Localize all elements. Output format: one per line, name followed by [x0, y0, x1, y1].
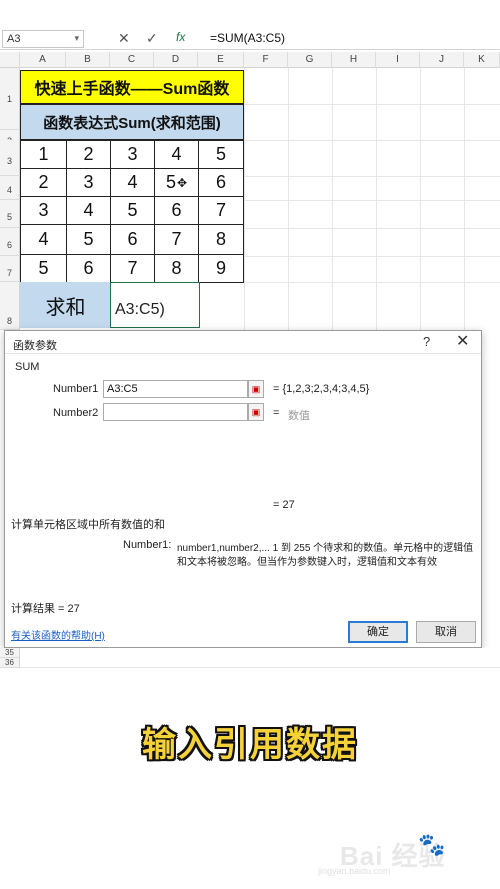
- function-icon[interactable]: fx: [176, 30, 185, 44]
- data-cell[interactable]: 3: [20, 196, 67, 225]
- sheet-title-cell[interactable]: 快速上手函数——Sum函数: [20, 70, 244, 104]
- data-cell[interactable]: 8: [154, 254, 199, 283]
- name-box-value: A3: [7, 33, 21, 45]
- formula-bar: A3 ▾ ✕ ✓ fx =SUM(A3:C5): [0, 28, 500, 50]
- data-cell[interactable]: 2: [66, 140, 111, 169]
- function-name: SUM: [15, 361, 40, 373]
- help-icon[interactable]: ?: [423, 334, 430, 349]
- column-header-c[interactable]: C: [110, 52, 154, 68]
- data-cell[interactable]: 6: [154, 196, 199, 225]
- param-description-line1: number1,number2,... 1 到 255 个待求和的数值。单元格中…: [177, 543, 474, 554]
- data-cell[interactable]: 9: [198, 254, 244, 283]
- number2-result-eq: =: [273, 407, 280, 419]
- data-cell[interactable]: 8: [198, 224, 244, 255]
- move-cursor-icon: ✥: [176, 175, 188, 190]
- data-cell[interactable]: 5: [198, 140, 244, 169]
- row-header-35[interactable]: 35: [0, 648, 20, 658]
- number2-input[interactable]: [103, 403, 248, 421]
- row-header-1[interactable]: 1: [0, 68, 20, 130]
- number2-label: Number2: [53, 407, 99, 419]
- row-header-6[interactable]: 6: [0, 228, 20, 256]
- param-name: Number1:: [123, 539, 172, 551]
- select-all-corner[interactable]: [0, 52, 20, 68]
- row-header-4[interactable]: 4: [0, 176, 20, 200]
- close-icon[interactable]: ✕: [456, 331, 469, 351]
- sheet-grid-bottom[interactable]: [20, 648, 500, 668]
- paw-logo-icon: 🐾: [418, 832, 446, 857]
- data-cell[interactable]: 2: [20, 168, 67, 197]
- cancel-button[interactable]: 取消: [416, 621, 476, 643]
- data-cell[interactable]: 4: [20, 224, 67, 255]
- data-cell[interactable]: 1: [20, 140, 67, 169]
- data-cell[interactable]: 4: [154, 140, 199, 169]
- data-cell[interactable]: 3: [66, 168, 111, 197]
- function-description: 计算单元格区域中所有数值的和: [11, 519, 165, 531]
- help-link[interactable]: 有关该函数的帮助(H): [11, 627, 105, 642]
- data-cell[interactable]: 4: [66, 196, 111, 225]
- calc-result: 计算结果 = 27: [11, 603, 80, 615]
- column-header-e[interactable]: E: [198, 52, 244, 68]
- data-cell[interactable]: 5 ✥: [154, 168, 199, 197]
- chevron-down-icon[interactable]: ▾: [74, 33, 79, 44]
- name-box[interactable]: A3 ▾: [2, 30, 84, 48]
- row-header-8[interactable]: 8: [0, 282, 20, 330]
- data-cell[interactable]: 7: [110, 254, 155, 283]
- number1-result: = {1,2,3;2,3,4;3,4,5}: [273, 383, 370, 395]
- check-icon[interactable]: ✓: [146, 30, 158, 47]
- data-cell[interactable]: 3: [110, 140, 155, 169]
- column-header-j[interactable]: J: [420, 52, 464, 68]
- video-caption: 输入引用数据: [142, 726, 358, 764]
- total-result: = 27: [273, 499, 295, 511]
- row-header-5[interactable]: 5: [0, 200, 20, 228]
- data-cell[interactable]: 7: [154, 224, 199, 255]
- formula-input[interactable]: =SUM(A3:C5): [210, 31, 285, 45]
- column-header-b[interactable]: B: [66, 52, 110, 68]
- data-cell[interactable]: 5: [20, 254, 67, 283]
- data-cell[interactable]: 6: [110, 224, 155, 255]
- collapse-range-icon[interactable]: ▣: [248, 380, 264, 398]
- column-header-d[interactable]: D: [154, 52, 198, 68]
- param-description-line2: 和文本将被忽略。但当作为参数键入时，逻辑值和文本有效: [177, 557, 437, 568]
- data-cell-value: 5: [165, 172, 176, 192]
- row-header-36[interactable]: 36: [0, 658, 20, 668]
- data-cell[interactable]: 5: [110, 196, 155, 225]
- sum-label-cell[interactable]: 求和: [20, 282, 111, 328]
- column-header-f[interactable]: F: [244, 52, 288, 68]
- data-cell[interactable]: 5: [66, 224, 111, 255]
- data-cell[interactable]: 6: [66, 254, 111, 283]
- dialog-title: 函数参数: [13, 340, 57, 352]
- data-cell[interactable]: 7: [198, 196, 244, 225]
- number2-result: 数值: [288, 410, 310, 422]
- number1-label: Number1: [53, 383, 99, 395]
- data-cell[interactable]: 6: [198, 168, 244, 197]
- column-header-h[interactable]: H: [332, 52, 376, 68]
- function-arguments-dialog: 函数参数 ? ✕ SUM Number1 A3:C5 ▣ = {1,2,3;2,…: [4, 330, 482, 648]
- active-edit-cell[interactable]: A3:C5): [110, 282, 200, 328]
- column-header-k[interactable]: K: [464, 52, 500, 68]
- cancel-icon[interactable]: ✕: [118, 30, 130, 47]
- number1-input[interactable]: A3:C5: [103, 380, 248, 398]
- collapse-range-icon[interactable]: ▣: [248, 403, 264, 421]
- column-header-i[interactable]: I: [376, 52, 420, 68]
- watermark-url: jingyan.baidu.com: [318, 866, 391, 876]
- column-header-g[interactable]: G: [288, 52, 332, 68]
- data-cell[interactable]: 4: [110, 168, 155, 197]
- column-header-a[interactable]: A: [20, 52, 66, 68]
- row-header-3[interactable]: 3: [0, 140, 20, 176]
- row-header-7[interactable]: 7: [0, 256, 20, 282]
- sheet-subtitle-cell[interactable]: 函数表达式Sum(求和范围): [20, 104, 244, 140]
- column-headers: A B C D E F G H I J K: [0, 52, 500, 68]
- ok-button[interactable]: 确定: [348, 621, 408, 643]
